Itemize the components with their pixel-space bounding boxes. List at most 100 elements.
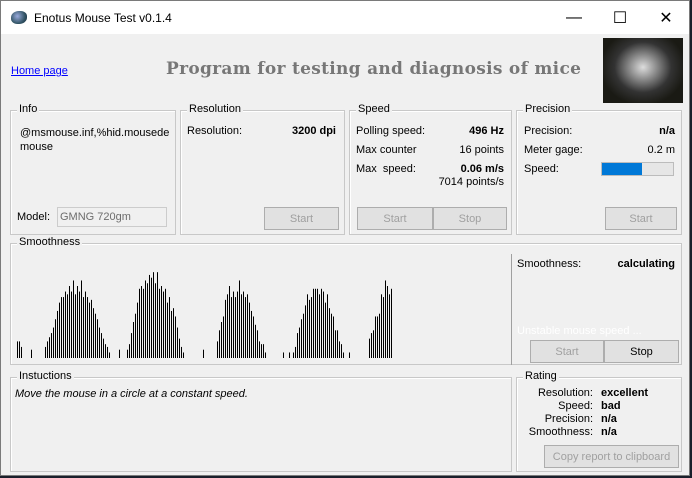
counter-key: Max counter <box>356 144 417 156</box>
smoothness-bar <box>231 297 232 358</box>
resolution-label: Resolution <box>187 103 243 115</box>
smoothness-bar <box>129 344 130 358</box>
smoothness-bar <box>225 299 226 358</box>
smoothness-bar <box>141 286 142 358</box>
smoothness-start-button[interactable]: Start <box>530 340 604 363</box>
smoothness-bar <box>53 327 54 358</box>
precision-group: Precision Precision: n/a Meter gage: 0.2… <box>516 103 682 235</box>
smoothness-bar <box>167 302 168 358</box>
instructions-group: Instuctions Move the mouse in a circle a… <box>10 370 512 472</box>
smoothness-bar <box>91 299 92 358</box>
smoothness-bar <box>343 352 344 358</box>
smoothness-chart <box>17 272 392 358</box>
smoothness-bar <box>51 333 52 358</box>
smoothness-bar <box>239 280 240 358</box>
speed-stop-button[interactable]: Stop <box>433 207 507 230</box>
smoothness-bar <box>83 297 84 358</box>
maximize-button[interactable]: ☐ <box>597 1 643 34</box>
smoothness-bar <box>93 308 94 358</box>
meter-gage-value: 0.2 m <box>647 144 675 156</box>
smoothness-bar <box>329 308 330 358</box>
smoothness-bar <box>325 302 326 358</box>
max-points-value: 7014 points/s <box>438 176 504 188</box>
resolution-key: Resolution: <box>187 125 243 137</box>
smoothness-bar <box>391 288 392 358</box>
smoothness-bar <box>315 288 316 358</box>
smoothness-bar <box>77 286 78 358</box>
speed-label: Speed <box>356 103 392 115</box>
smoothness-bar <box>217 341 218 358</box>
smoothness-bar <box>243 291 244 358</box>
smoothness-bar <box>87 297 88 358</box>
smoothness-bar <box>323 291 324 358</box>
smoothness-bar <box>331 313 332 358</box>
model-field[interactable] <box>57 207 167 227</box>
info-group: Info @msmouse.inf,%hid.mousede mouse Mod… <box>10 103 176 235</box>
smoothness-bar <box>161 286 162 358</box>
smoothness-bar <box>303 313 304 358</box>
smoothness-bar <box>143 288 144 358</box>
smoothness-bar <box>103 338 104 358</box>
resolution-group: Resolution Resolution: 3200 dpi Start <box>180 103 345 235</box>
smoothness-bar <box>109 352 110 358</box>
smoothness-bar <box>97 319 98 358</box>
rating-group: Rating Resolution: excellent Speed: bad Prec… <box>516 370 682 472</box>
smoothness-bar <box>389 294 390 358</box>
close-button[interactable]: ✕ <box>643 1 689 34</box>
precision-label: Precision <box>523 103 573 115</box>
speed-group: Speed Polling speed: 496 Hz Max counter … <box>349 103 512 235</box>
minimize-button[interactable]: — <box>551 1 597 34</box>
smoothness-bar <box>179 338 180 358</box>
smoothness-bar <box>309 299 310 358</box>
smoothness-bar <box>65 291 66 358</box>
rating-key: Precision: <box>544 413 593 425</box>
counter-value: 16 points <box>459 144 504 156</box>
polling-key: Polling speed: <box>356 125 426 137</box>
smoothness-bar <box>373 330 374 358</box>
rating-key: Resolution: <box>537 387 593 399</box>
smoothness-bar <box>219 330 220 358</box>
smoothness-bar <box>237 291 238 358</box>
rating-key: Smoothness: <box>528 426 593 438</box>
smoothness-bar <box>79 291 80 358</box>
copy-report-button[interactable]: Copy report to clipboard <box>544 445 679 468</box>
smoothness-bar <box>67 294 68 358</box>
smoothness-bar <box>151 277 152 358</box>
smoothness-bar <box>251 310 252 358</box>
smoothness-bar <box>105 344 106 358</box>
smoothness-bar <box>127 349 128 358</box>
smoothness-bar <box>245 297 246 358</box>
smoothness-bar <box>381 294 382 358</box>
smoothness-bar <box>157 272 158 358</box>
smoothness-bar <box>385 280 386 358</box>
rating-value: excellent <box>601 387 649 399</box>
smoothness-stop-button[interactable]: Stop <box>604 340 679 363</box>
smoothness-bar <box>335 330 336 358</box>
smoothness-bar <box>145 280 146 358</box>
smoothness-bar <box>183 352 184 358</box>
resolution-value: 3200 dpi <box>291 125 336 137</box>
precision-speed-key: Speed: <box>524 163 559 175</box>
smoothness-bar <box>155 283 156 358</box>
raccoon-image <box>603 38 683 103</box>
resolution-start-button[interactable]: Start <box>264 207 339 230</box>
smoothness-bar <box>387 286 388 358</box>
smoothness-bar <box>63 297 64 358</box>
home-page-link[interactable]: Home page <box>11 65 68 77</box>
smoothness-bar <box>369 338 370 358</box>
smoothness-value: calculating <box>617 258 675 270</box>
smoothness-bar <box>31 349 32 358</box>
smoothness-bar <box>69 286 70 358</box>
smoothness-bar <box>175 316 176 358</box>
smoothness-bar <box>233 291 234 358</box>
precision-start-button[interactable]: Start <box>605 207 677 230</box>
speed-start-button[interactable]: Start <box>357 207 433 230</box>
smoothness-bar <box>333 316 334 358</box>
smoothness-bar <box>293 352 294 358</box>
max-speed-value: 0.06 m/s <box>460 163 504 175</box>
model-label: Model: <box>17 211 51 223</box>
smoothness-bar <box>379 313 380 358</box>
smoothness-bar <box>377 316 378 358</box>
smoothness-bar <box>319 294 320 358</box>
smoothness-bar <box>85 291 86 358</box>
